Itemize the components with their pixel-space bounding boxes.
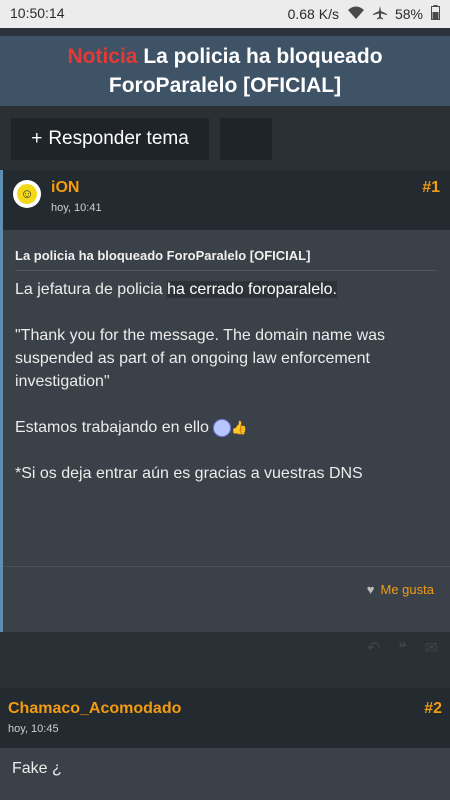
thread-title-line1: Noticia La policia ha bloqueado [0,42,450,71]
notice-prefix: Noticia [67,45,138,68]
like-button[interactable]: ♥ Me gusta [367,582,434,597]
post-date: hoy, 10:41 [51,202,102,214]
post-body: Fake ¿ [12,760,62,777]
post-paragraph-3: Estamos trabajando en ello 👍 [15,416,425,439]
highlighted-text: ha cerrado foroparalelo. [167,281,337,298]
wifi-icon [347,6,365,23]
like-label: Me gusta [380,582,434,597]
post-2: Chamaco_Acomodado hoy, 10:45 #2 Fake ¿ [0,688,450,800]
post-paragraph-1: La jefatura de policia ha cerrado foropa… [15,281,337,298]
post-gap [0,662,450,688]
thumbs-up-icon: 👍 [231,420,248,436]
post-username[interactable]: Chamaco_Acomodado [8,700,181,718]
action-bar: + Responder tema [0,106,450,166]
status-bar: 10:50:14 0.68 K/s 58% [0,0,450,28]
airplane-icon [372,5,387,23]
post-quote: "Thank you for the message. The domain n… [15,327,386,390]
thread-title-text1: La policia ha bloqueado [143,45,383,68]
heart-icon: ♥ [366,582,375,597]
reply-icon[interactable]: ↶ [367,638,380,658]
status-time: 10:50:14 [10,5,65,21]
thread-tools-button[interactable] [220,118,272,160]
post-body: La jefatura de policia ha cerrado foropa… [15,278,425,508]
post-date: hoy, 10:45 [8,723,59,735]
battery-icon [431,5,440,23]
thread-title: Noticia La policia ha bloqueado ForoPara… [0,36,450,106]
post-title: La policia ha bloqueado ForoParalelo [OF… [15,248,437,271]
divider [3,566,450,567]
emoticon-icon [213,418,232,437]
plus-icon: + [31,128,43,149]
post-number[interactable]: #1 [422,179,440,197]
quote-icon[interactable]: ❝ [398,638,407,658]
reply-thread-label: Responder tema [48,128,189,149]
post-toolbar-icons: ↶ ❝ ✉ [367,638,438,658]
post-username[interactable]: iON [51,179,79,197]
status-right: 0.68 K/s 58% [288,5,440,23]
post-1: ☺ iON hoy, 10:41 #1 La policia ha bloque… [0,170,450,632]
battery-label: 58% [394,6,423,22]
thread-title-text2: ForoParalelo [OFICIAL] [108,74,342,97]
avatar[interactable]: ☺ [13,180,41,208]
post-header: Chamaco_Acomodado hoy, 10:45 #2 [0,688,450,748]
top-strip [0,28,450,36]
post-paragraph-4: *Si os deja entrar aún es gracias a vues… [15,465,363,483]
post-toolbar: ↶ ❝ ✉ [0,632,450,662]
multi-quote-icon[interactable]: ✉ [425,638,438,658]
post-number[interactable]: #2 [424,700,442,718]
network-speed: 0.68 K/s [287,6,339,22]
smiley-avatar-icon: ☺ [17,184,37,204]
post-header: ☺ iON hoy, 10:41 #1 [3,170,450,230]
reply-thread-button[interactable]: + Responder tema [11,118,209,160]
